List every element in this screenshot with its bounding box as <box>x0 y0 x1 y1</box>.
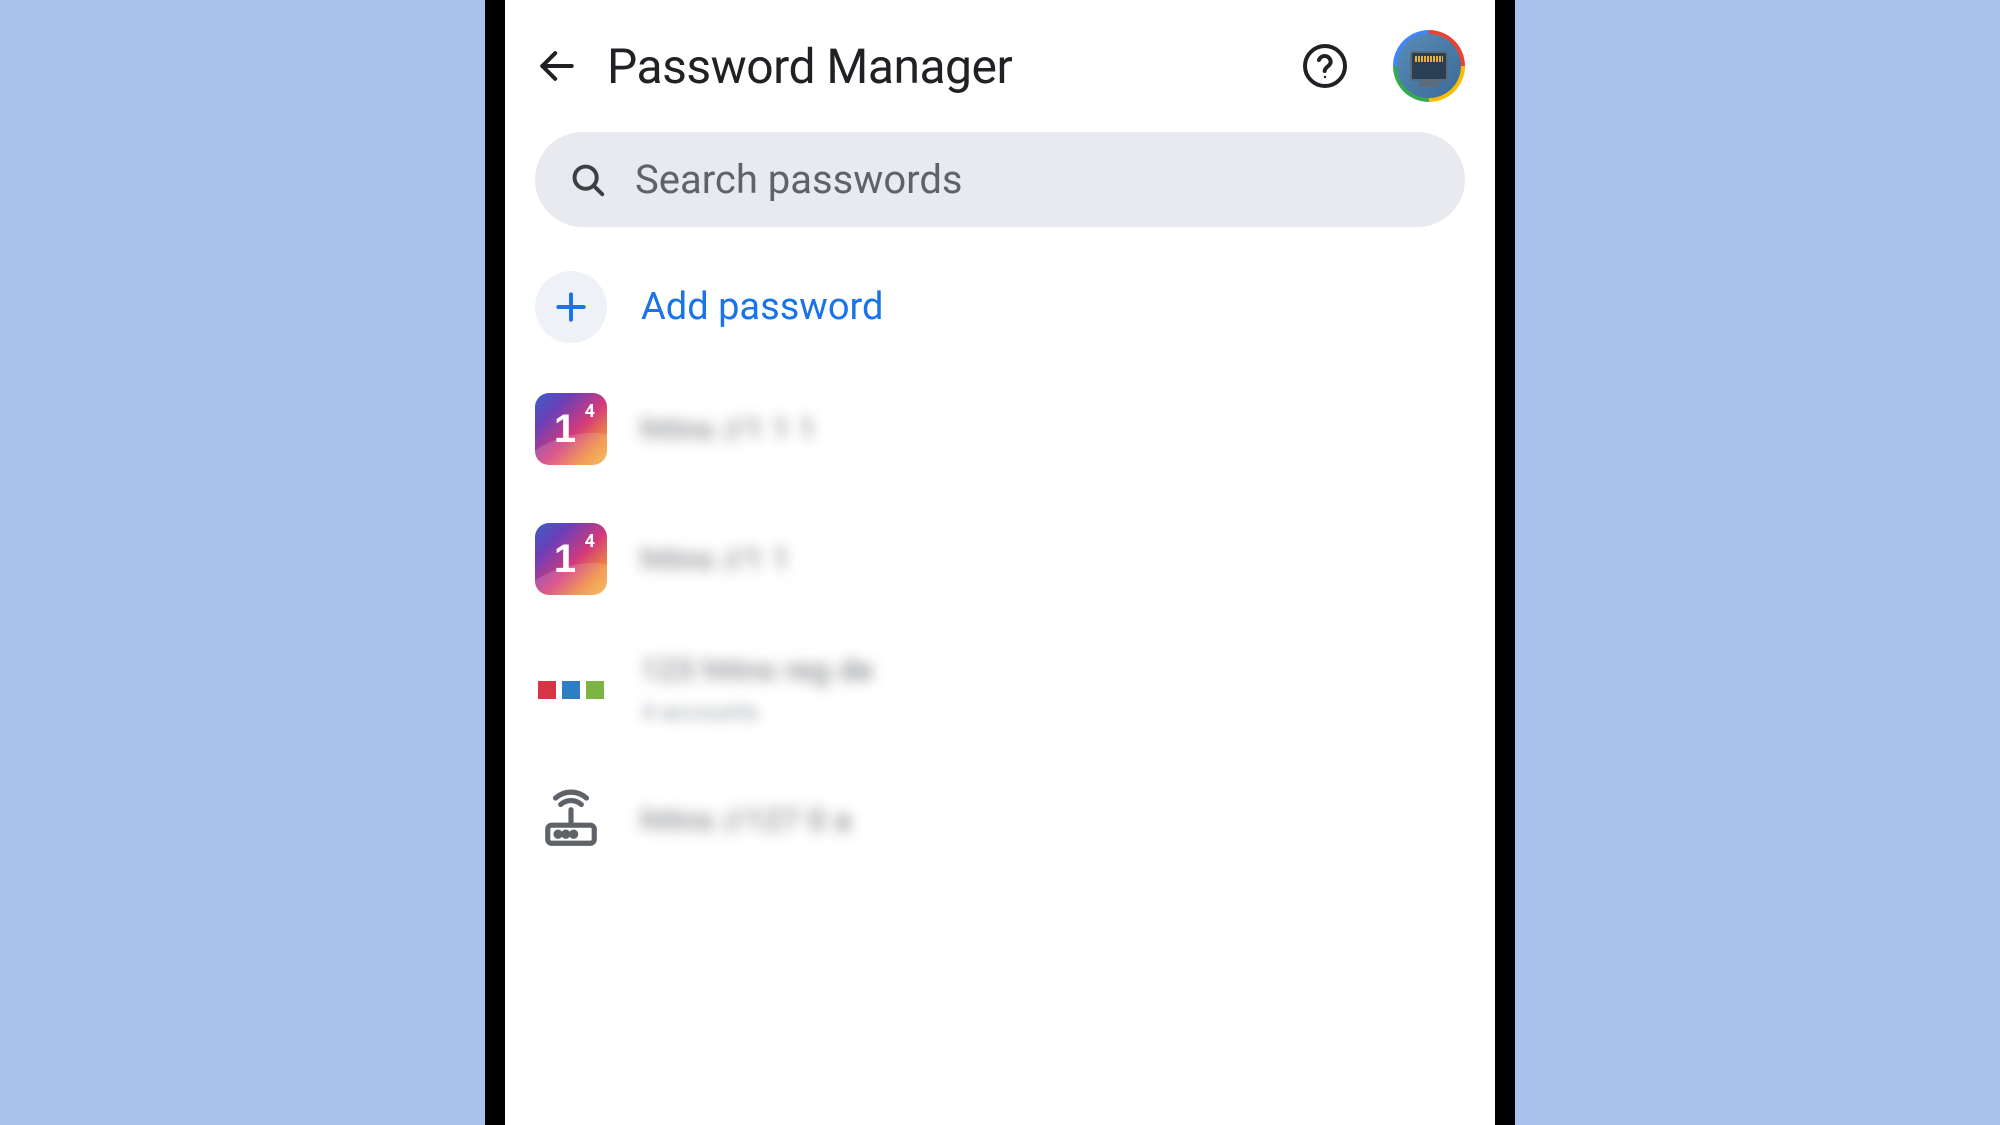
add-password-label: Add password <box>641 285 884 329</box>
arrow-back-icon <box>535 44 579 88</box>
icon-text: 1 <box>554 537 576 582</box>
color-square-icon <box>562 681 580 699</box>
password-entry[interactable]: httns //127 0 a <box>535 784 1465 856</box>
page-title: Password Manager <box>607 38 1273 95</box>
back-button[interactable] <box>535 44 579 88</box>
search-placeholder: Search passwords <box>635 156 963 203</box>
password-entry[interactable]: 1 4 httns //1 1 1 <box>535 393 1465 465</box>
entry-text: httns //1 1 1 <box>641 412 1465 447</box>
app-icon: 1 4 <box>535 393 607 465</box>
help-icon <box>1301 42 1349 90</box>
color-square-icon <box>586 681 604 699</box>
plus-icon <box>552 288 590 326</box>
screen: Password Manager Search passwords <box>505 0 1495 1125</box>
entry-text: httns //1 1 <box>641 542 1465 577</box>
plus-circle <box>535 271 607 343</box>
app-icon <box>535 654 607 726</box>
password-entry[interactable]: 1 4 httns //1 1 <box>535 523 1465 595</box>
app-icon <box>535 784 607 856</box>
search-icon <box>569 161 607 199</box>
add-password-button[interactable]: Add password <box>535 267 1465 347</box>
entry-title-blurred: httns //127 0 a <box>641 803 1465 838</box>
app-icon: 1 4 <box>535 523 607 595</box>
search-input[interactable]: Search passwords <box>535 132 1465 227</box>
account-avatar[interactable] <box>1393 30 1465 102</box>
icon-superscript: 4 <box>585 401 595 422</box>
router-icon <box>540 789 602 851</box>
entry-subtitle-blurred: 4 accounts <box>641 698 1465 726</box>
entry-title-blurred: httns //1 1 <box>641 542 1465 577</box>
header: Password Manager <box>535 20 1465 132</box>
entry-text: 123 httns reg de 4 accounts <box>641 653 1465 726</box>
color-square-icon <box>538 681 556 699</box>
entry-title-blurred: 123 httns reg de <box>641 653 1465 688</box>
password-list: 1 4 httns //1 1 1 1 4 httns //1 1 <box>535 393 1465 856</box>
password-entry[interactable]: 123 httns reg de 4 accounts <box>535 653 1465 726</box>
phone-frame: Password Manager Search passwords <box>485 0 1515 1125</box>
entry-text: httns //127 0 a <box>641 803 1465 838</box>
avatar-image <box>1397 34 1461 98</box>
entry-title-blurred: httns //1 1 1 <box>641 412 1465 447</box>
icon-superscript: 4 <box>585 531 595 552</box>
icon-text: 1 <box>554 407 576 452</box>
help-button[interactable] <box>1301 42 1349 90</box>
